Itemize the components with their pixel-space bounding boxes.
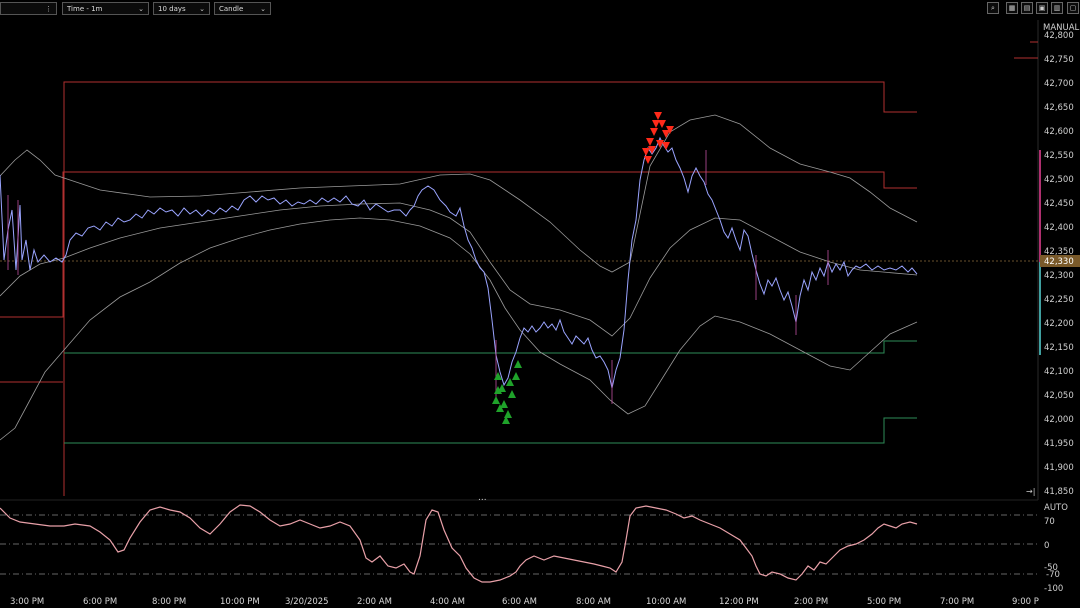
oscillator-panel xyxy=(0,504,1038,583)
price-tick: 42,550 xyxy=(1044,151,1074,161)
candle-wicks xyxy=(7,150,829,404)
time-tick: 3:00 PM xyxy=(10,597,44,607)
time-tick: 2:00 PM xyxy=(794,597,828,607)
price-tick: 42,000 xyxy=(1044,415,1074,425)
oscillator-tick: 0 xyxy=(1044,541,1049,551)
time-tick: 8:00 PM xyxy=(152,597,186,607)
oscillator-tick: 70 xyxy=(1044,517,1055,527)
price-tick: 42,750 xyxy=(1044,55,1074,65)
price-tick: 42,450 xyxy=(1044,199,1074,209)
panel-resize-handle[interactable]: ... xyxy=(478,493,487,503)
oscillator-tick: -70 xyxy=(1046,570,1060,580)
oscillator-axis-mode: AUTO xyxy=(1044,503,1068,513)
price-tick: 42,650 xyxy=(1044,103,1074,113)
bear-signal-markers xyxy=(642,112,674,164)
moving-average xyxy=(0,202,918,337)
price-tick: 42,500 xyxy=(1044,175,1074,185)
time-tick: 12:00 PM xyxy=(719,597,759,607)
envelope-lower xyxy=(0,217,918,441)
support-band-lower xyxy=(64,417,917,444)
support-bands xyxy=(64,340,917,444)
price-chart[interactable]: MANUAL 42,800 42,750 42,700 42,650 42,60… xyxy=(0,0,1080,608)
time-tick: 7:00 PM xyxy=(940,597,974,607)
time-tick: 10:00 PM xyxy=(220,597,260,607)
price-tick: 42,700 xyxy=(1044,79,1074,89)
scroll-to-end-icon[interactable]: →| xyxy=(1026,487,1035,496)
price-tick: 42,250 xyxy=(1044,295,1074,305)
time-tick: 4:00 AM xyxy=(430,597,465,607)
oscillator-axis: AUTO 70 0 -50 -70 -100 xyxy=(1044,503,1068,594)
price-tick: 41,950 xyxy=(1044,439,1074,449)
time-tick: 6:00 PM xyxy=(83,597,117,607)
oscillator-line xyxy=(0,504,918,583)
time-axis: 3:00 PM 6:00 PM 8:00 PM 10:00 PM 3/20/20… xyxy=(10,597,1039,607)
time-tick: 5:00 PM xyxy=(867,597,901,607)
price-series xyxy=(0,136,918,389)
price-tick: 42,200 xyxy=(1044,319,1074,329)
price-tick: 42,300 xyxy=(1044,271,1074,281)
last-price-label: 42,330 xyxy=(1044,257,1074,267)
time-tick: 8:00 AM xyxy=(576,597,611,607)
price-tick: 42,050 xyxy=(1044,391,1074,401)
price-tick: 42,800 xyxy=(1044,31,1074,41)
oscillator-tick: -100 xyxy=(1044,584,1063,594)
price-tick: 42,400 xyxy=(1044,223,1074,233)
bull-signal-markers xyxy=(492,360,522,424)
time-tick: 3/20/2025 xyxy=(285,597,329,607)
envelope-lines xyxy=(0,114,918,441)
price-tick: 42,100 xyxy=(1044,367,1074,377)
envelope-upper xyxy=(0,114,918,273)
price-tick: 41,850 xyxy=(1044,487,1074,497)
support-band-upper xyxy=(64,340,917,354)
time-tick: 10:00 AM xyxy=(646,597,686,607)
time-tick: 2:00 AM xyxy=(357,597,392,607)
price-tick: 42,600 xyxy=(1044,127,1074,137)
price-tick: 42,150 xyxy=(1044,343,1074,353)
price-tick: 41,900 xyxy=(1044,463,1074,473)
resistance-band-upper xyxy=(63,81,917,496)
time-tick: 9:00 P xyxy=(1012,597,1039,607)
time-tick: 6:00 AM xyxy=(502,597,537,607)
